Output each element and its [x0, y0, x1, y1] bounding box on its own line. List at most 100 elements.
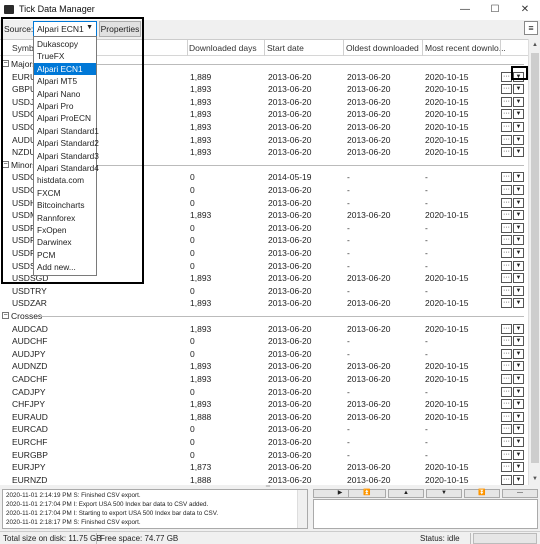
more-icon[interactable]: ··· [501, 399, 512, 410]
move-down-button[interactable]: ▼ [426, 489, 462, 498]
group-row[interactable]: − Crosses [0, 310, 528, 323]
chevron-down-icon[interactable]: ▼ [513, 84, 524, 95]
table-row[interactable]: EURAUD 1,888 2013-06-20 2013-06-20 2020-10-1… [0, 411, 528, 424]
col-header-start[interactable]: Start date [267, 43, 304, 53]
chevron-down-icon[interactable]: ▼ [513, 96, 524, 107]
more-icon[interactable]: ··· [501, 462, 512, 473]
chevron-down-icon[interactable]: ▼ [513, 260, 524, 271]
collapse-icon[interactable]: − [2, 160, 9, 168]
more-icon[interactable]: ··· [501, 96, 512, 107]
more-icon[interactable]: ··· [501, 109, 512, 120]
dropdown-option[interactable]: histdata.com [34, 174, 96, 186]
chevron-down-icon[interactable]: ▼ [513, 411, 524, 422]
dropdown-option[interactable]: Alpari Nano [34, 88, 96, 100]
more-icon[interactable]: ··· [501, 298, 512, 309]
dropdown-option[interactable]: Alpari Standard4 [34, 162, 99, 174]
dropdown-option[interactable]: Alpari Standard1 [34, 125, 99, 137]
table-row[interactable]: EURGBP 0 2013-06-20 - - ··· ▼ [0, 449, 528, 462]
more-icon[interactable]: ··· [501, 386, 512, 397]
dropdown-option[interactable]: Add new... [34, 261, 96, 273]
dropdown-option[interactable]: TrueFX [34, 50, 96, 62]
more-icon[interactable]: ··· [501, 185, 512, 195]
dropdown-option[interactable]: Alpari Standard3 [34, 150, 99, 162]
more-icon[interactable]: ··· [501, 260, 512, 271]
table-row[interactable]: CADCHF 1,893 2013-06-20 2013-06-20 2020-10-1… [0, 373, 528, 386]
maximize-button[interactable]: ☐ [480, 0, 510, 20]
close-button[interactable]: ✕ [510, 0, 540, 20]
more-icon[interactable]: ··· [501, 336, 512, 347]
scroll-thumb[interactable] [531, 53, 539, 463]
more-icon[interactable]: ··· [501, 147, 512, 158]
table-row[interactable]: CHFJPY 1,893 2013-06-20 2013-06-20 2020-10-1… [0, 398, 528, 411]
chevron-down-icon[interactable]: ▼ [513, 71, 524, 82]
chevron-down-icon[interactable]: ▼ [513, 348, 524, 359]
dropdown-option[interactable]: Dukascopy [34, 38, 96, 50]
more-icon[interactable]: ··· [501, 122, 512, 132]
source-select[interactable]: Alpari ECN1 ▼ [33, 21, 97, 37]
chevron-down-icon[interactable]: ▼ [513, 424, 524, 435]
more-icon[interactable]: ··· [501, 411, 512, 422]
more-icon[interactable]: ··· [501, 374, 512, 384]
chevron-down-icon[interactable]: ▼ [513, 172, 524, 183]
chevron-down-icon[interactable]: ▼ [513, 197, 524, 208]
chevron-down-icon[interactable]: ▼ [513, 122, 524, 132]
table-row[interactable]: AUDCAD 1,893 2013-06-20 2013-06-20 2020-10-1… [0, 323, 528, 336]
move-up-button[interactable]: ▲ [388, 489, 424, 498]
table-row[interactable]: AUDCHF 0 2013-06-20 - - ··· ▼ [0, 335, 528, 348]
table-row[interactable]: EURJPY 1,873 2013-06-20 2013-06-20 2020-10-1… [0, 461, 528, 474]
col-header-recent[interactable]: Most recent downlo... [425, 43, 506, 53]
more-icon[interactable]: ··· [501, 248, 512, 258]
collapse-icon[interactable]: − [2, 312, 9, 319]
more-icon[interactable]: ··· [501, 361, 512, 372]
remove-button[interactable]: — [502, 489, 538, 498]
more-icon[interactable]: ··· [501, 71, 512, 82]
menu-icon[interactable]: ≡ [524, 21, 538, 35]
chevron-down-icon[interactable]: ▼ [513, 437, 524, 447]
chevron-down-icon[interactable]: ▼ [513, 298, 524, 309]
chevron-down-icon[interactable]: ▼ [513, 273, 524, 284]
col-header-days[interactable]: Downloaded days [189, 43, 257, 53]
chevron-down-icon[interactable]: ▼ [513, 147, 524, 158]
chevron-down-icon[interactable]: ▼ [513, 474, 524, 485]
more-icon[interactable]: ··· [501, 235, 512, 246]
dropdown-option[interactable]: Alpari Standard2 [34, 137, 99, 149]
table-row[interactable]: EURNZD 1,888 2013-06-20 2013-06-20 2020-10-1… [0, 474, 528, 485]
chevron-down-icon[interactable]: ▼ [513, 374, 524, 384]
table-row[interactable]: USDTRY 0 2013-06-20 - - ··· ▼ [0, 285, 528, 298]
more-icon[interactable]: ··· [501, 449, 512, 460]
col-header-oldest[interactable]: Oldest downloaded [346, 43, 419, 53]
table-row[interactable]: AUDNZD 1,893 2013-06-20 2013-06-20 2020-10-1… [0, 360, 528, 373]
chevron-down-icon[interactable]: ▼ [513, 222, 524, 233]
properties-button[interactable]: Properties [99, 21, 141, 37]
table-row[interactable]: AUDJPY 0 2013-06-20 - - ··· ▼ [0, 348, 528, 361]
table-row[interactable]: EURCHF 0 2013-06-20 - - ··· ▼ [0, 436, 528, 449]
collapse-icon[interactable]: − [2, 60, 9, 67]
more-icon[interactable]: ··· [501, 437, 512, 447]
more-icon[interactable]: ··· [501, 172, 512, 183]
chevron-down-icon[interactable]: ▼ [513, 361, 524, 372]
chevron-down-icon[interactable]: ▼ [513, 248, 524, 258]
more-icon[interactable]: ··· [501, 84, 512, 95]
move-top-button[interactable]: ⏫ [348, 489, 386, 498]
dropdown-option[interactable]: Alpari MT5 [34, 75, 96, 87]
grid-scrollbar[interactable]: ▲ ▼ [528, 39, 540, 485]
chevron-down-icon[interactable]: ▼ [513, 386, 524, 397]
chevron-down-icon[interactable]: ▼ [513, 449, 524, 460]
chevron-down-icon[interactable]: ▼ [513, 109, 524, 120]
chevron-down-icon[interactable]: ▼ [513, 210, 524, 221]
more-icon[interactable]: ··· [501, 197, 512, 208]
more-icon[interactable]: ··· [501, 273, 512, 284]
more-icon[interactable]: ··· [501, 424, 512, 435]
chevron-down-icon[interactable]: ▼ [513, 336, 524, 347]
scroll-up-icon[interactable]: ▲ [529, 39, 540, 51]
log-scrollbar[interactable] [297, 490, 307, 528]
table-row[interactable]: CADJPY 0 2013-06-20 - - ··· ▼ [0, 386, 528, 399]
more-icon[interactable]: ··· [501, 285, 512, 296]
table-row[interactable]: EURCAD 0 2013-06-20 - - ··· ▼ [0, 423, 528, 436]
more-icon[interactable]: ··· [501, 348, 512, 359]
chevron-down-icon[interactable]: ▼ [513, 134, 524, 145]
chevron-down-icon[interactable]: ▼ [513, 185, 524, 195]
more-icon[interactable]: ··· [501, 134, 512, 145]
dropdown-option[interactable]: Darwinex [34, 236, 96, 248]
dropdown-option[interactable]: Alpari ProECN [34, 112, 96, 124]
